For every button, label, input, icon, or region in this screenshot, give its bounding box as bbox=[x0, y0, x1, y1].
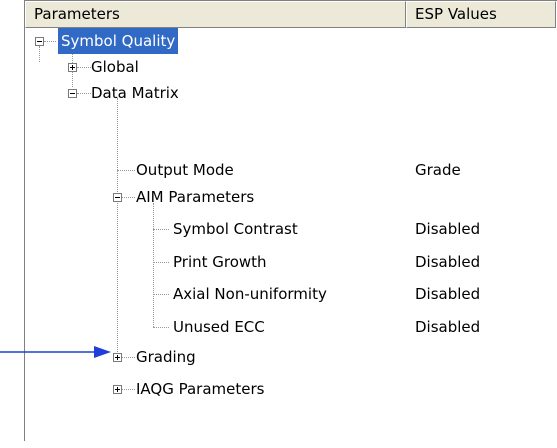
tree-item-value: Disabled bbox=[415, 220, 481, 238]
tree-item-label: IAQG Parameters bbox=[136, 380, 265, 398]
tree-item-label: Print Growth bbox=[173, 253, 267, 271]
tree-item-label: Unused ECC bbox=[173, 318, 265, 336]
tree-item-label: AIM Parameters bbox=[136, 188, 255, 206]
tree-item-value: Disabled bbox=[415, 253, 481, 271]
tree-item-label: Symbol Contrast bbox=[173, 220, 298, 238]
callout-arrow-icon bbox=[0, 346, 111, 358]
tree-item-value: Disabled bbox=[415, 285, 481, 303]
tree-item-label: Axial Non-uniformity bbox=[173, 285, 327, 303]
tree-item-label: Output Mode bbox=[136, 161, 234, 179]
tree-item-value: Grade bbox=[415, 161, 461, 179]
tree-item-value: Disabled bbox=[415, 318, 481, 336]
tree-item-label: Grading bbox=[136, 348, 196, 366]
column-header-esp-values[interactable]: ESP Values bbox=[406, 1, 556, 28]
